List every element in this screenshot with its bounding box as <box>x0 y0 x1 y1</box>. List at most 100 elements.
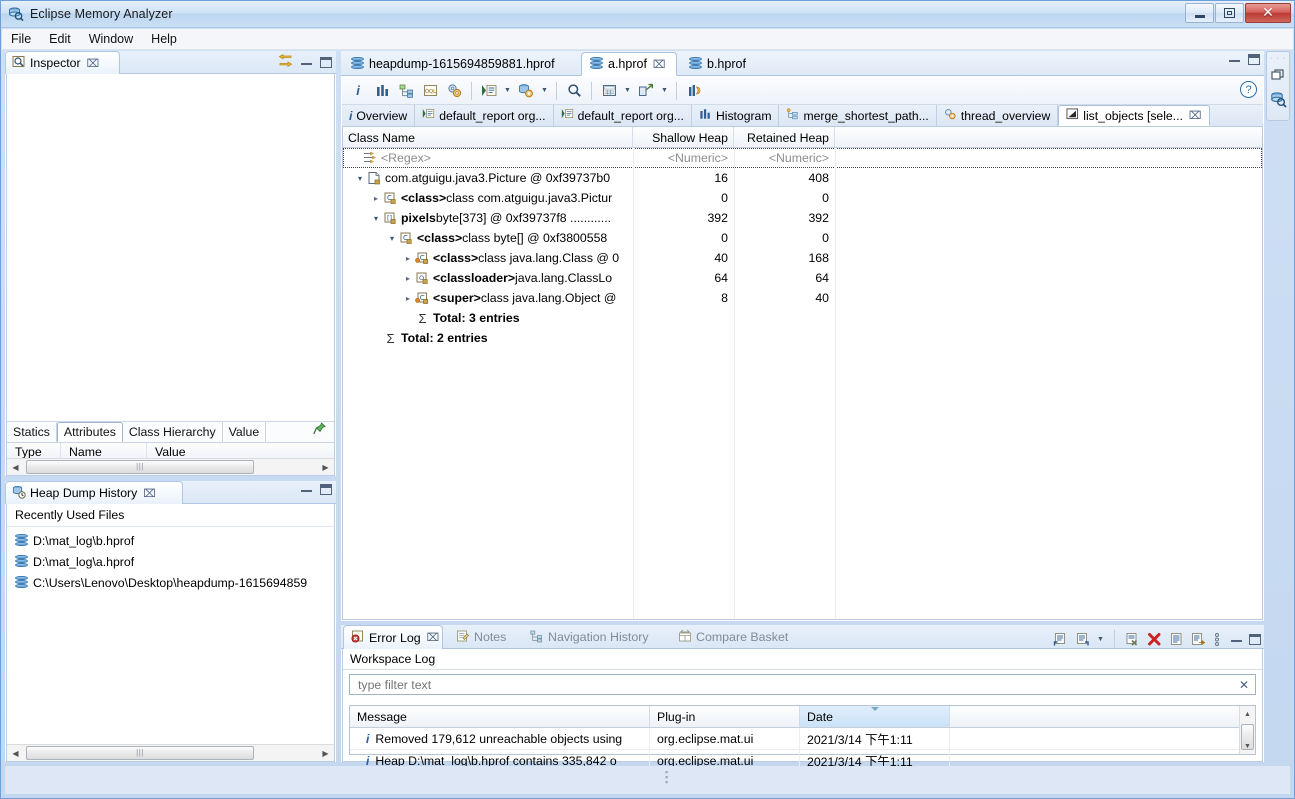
open-log-icon[interactable] <box>1166 629 1186 649</box>
close-button[interactable]: ✕ <box>1245 3 1291 23</box>
table-row[interactable]: ▾ [] pixels byte[373] @ 0xf39737f8 .....… <box>343 208 1262 228</box>
restore-log-icon[interactable] <box>1188 629 1208 649</box>
list-item[interactable]: D:\mat_log\b.hprof <box>7 530 334 551</box>
oql-icon[interactable]: OQL <box>418 79 442 103</box>
column-plugin[interactable]: Plug-in <box>650 706 800 727</box>
tab-thread-overview[interactable]: thread_overview <box>937 105 1059 126</box>
inspect-gears-icon[interactable] <box>442 79 466 103</box>
editor-tab-b-hprof[interactable]: b.hprof <box>681 52 761 76</box>
tab-histogram[interactable]: Histogram <box>692 105 780 126</box>
clear-log-icon[interactable] <box>1122 629 1142 649</box>
tab-value[interactable]: Value <box>223 422 267 442</box>
column-retained-heap[interactable]: Retained Heap <box>734 127 835 148</box>
tab-class-hierarchy[interactable]: Class Hierarchy <box>123 422 223 442</box>
pin-icon[interactable] <box>313 422 326 438</box>
query-browser-icon[interactable] <box>514 79 538 103</box>
hscroll-track[interactable]: ||| <box>24 745 317 762</box>
scroll-up-icon[interactable]: ▲ <box>1240 706 1255 722</box>
expand-twisty-icon[interactable]: ▸ <box>401 274 415 283</box>
search-icon[interactable] <box>562 79 586 103</box>
expand-twisty-icon[interactable]: ▾ <box>353 174 367 183</box>
tab-inspector[interactable]: Inspector ⌧ <box>5 51 120 74</box>
expand-twisty-icon[interactable]: ▸ <box>401 294 415 303</box>
tab-error-log[interactable]: Error Log ⌧ <box>343 625 443 649</box>
tab-notes[interactable]: Notes <box>449 625 521 649</box>
close-icon[interactable]: ⌧ <box>1189 109 1202 122</box>
column-date[interactable]: Date <box>800 706 950 727</box>
chevron-down-icon[interactable]: ▼ <box>658 79 671 103</box>
table-row[interactable]: ▸ O <classloader> java.lang.ClassLo 64 6… <box>343 268 1262 288</box>
filter-row[interactable]: <Regex> <Numeric> <Numeric> <box>343 148 1262 168</box>
chevron-down-icon[interactable]: ▼ <box>538 79 551 103</box>
compare-icon[interactable] <box>682 79 706 103</box>
export-icon[interactable] <box>634 79 658 103</box>
clear-filter-icon[interactable]: ✕ <box>1239 678 1249 692</box>
menu-window[interactable]: Window <box>80 30 142 48</box>
maximize-icon[interactable] <box>1248 54 1260 65</box>
overview-info-icon[interactable]: i <box>346 79 370 103</box>
tab-compare-basket[interactable]: Compare Basket <box>671 625 801 649</box>
tab-default-report-2[interactable]: default_report org... <box>554 105 692 126</box>
list-item[interactable]: D:\mat_log\a.hprof <box>7 551 334 572</box>
fastview-handle[interactable]: · · · <box>1270 55 1286 62</box>
editor-tab-a-hprof[interactable]: a.hprof ⌧ <box>581 52 677 76</box>
shallow-filter[interactable]: <Numeric> <box>633 148 734 168</box>
view-menu-icon[interactable] <box>1210 629 1224 649</box>
heap-history-hscrollbar[interactable]: ◀ ||| ▶ <box>7 744 334 761</box>
tab-statics[interactable]: Statics <box>7 422 57 442</box>
chevron-down-icon[interactable]: ▼ <box>621 79 634 103</box>
table-row[interactable]: i Removed 179,612 unreachable objects us… <box>350 727 1255 750</box>
tab-merge-shortest-path[interactable]: merge_shortest_path... <box>779 105 937 126</box>
scroll-left-icon[interactable]: ◀ <box>7 459 24 476</box>
list-item[interactable]: C:\Users\Lenovo\Desktop\heapdump-1615694… <box>7 572 334 593</box>
inspector-hscrollbar[interactable]: ◀ ||| ▶ <box>7 458 334 475</box>
table-row[interactable]: ▸ C <class> class java.lang.Class @ 0 40… <box>343 248 1262 268</box>
filter-input[interactable] <box>356 676 1239 693</box>
minimize-button[interactable] <box>1185 3 1214 23</box>
expand-twisty-icon[interactable]: ▸ <box>401 254 415 263</box>
retained-filter[interactable]: <Numeric> <box>734 148 835 168</box>
expand-twisty-icon[interactable]: ▸ <box>369 194 383 203</box>
close-icon[interactable]: ⌧ <box>427 631 440 644</box>
minimize-icon[interactable] <box>1229 55 1240 64</box>
restore-perspective-icon[interactable] <box>1271 68 1285 85</box>
column-shallow-heap[interactable]: Shallow Heap <box>633 127 734 148</box>
import-log-icon[interactable] <box>1050 629 1070 649</box>
column-message[interactable]: Message <box>350 706 650 727</box>
scroll-down-icon[interactable]: ▼ <box>1240 738 1255 754</box>
column-blank[interactable] <box>835 127 1262 148</box>
table-row[interactable]: ▸ C <super> class java.lang.Object @ 8 4… <box>343 288 1262 308</box>
maximize-icon[interactable] <box>320 56 332 68</box>
column-class-name[interactable]: Class Name <box>343 127 633 148</box>
scroll-left-icon[interactable]: ◀ <box>7 745 24 762</box>
filter-input-wrapper[interactable]: ✕ <box>349 674 1256 695</box>
memory-analysis-perspective-icon[interactable] <box>1270 91 1287 111</box>
tab-attributes[interactable]: Attributes <box>56 422 123 442</box>
resize-grip[interactable]: ▪ ▪ ▪ <box>665 768 668 787</box>
table-row[interactable]: ▸ C <class> class com.atguigu.java3.Pict… <box>343 188 1262 208</box>
chevron-down-icon[interactable]: ▼ <box>501 79 514 103</box>
minimize-icon[interactable] <box>301 58 312 67</box>
run-report-icon[interactable] <box>477 79 501 103</box>
help-icon[interactable]: ? <box>1240 81 1257 98</box>
close-icon[interactable]: ⌧ <box>87 57 100 70</box>
maximize-button[interactable] <box>1215 3 1244 23</box>
expand-twisty-icon[interactable]: ▾ <box>369 214 383 223</box>
maximize-icon[interactable] <box>320 484 332 495</box>
hscroll-thumb[interactable]: ||| <box>26 745 254 760</box>
hscroll-thumb[interactable]: ||| <box>26 459 254 474</box>
tab-default-report-1[interactable]: default_report org... <box>415 105 554 126</box>
tab-overview[interactable]: i Overview <box>342 105 416 126</box>
menu-file[interactable]: File <box>2 30 40 48</box>
scroll-right-icon[interactable]: ▶ <box>317 459 334 476</box>
close-icon[interactable]: ⌧ <box>143 487 156 500</box>
minimize-icon[interactable] <box>1231 635 1242 644</box>
delete-log-icon[interactable] <box>1144 629 1164 649</box>
chevron-down-icon[interactable]: ▼ <box>1094 627 1107 651</box>
tab-navigation-history[interactable]: Navigation History <box>523 625 669 649</box>
close-icon[interactable]: ⌧ <box>653 58 666 71</box>
dominator-tree-icon[interactable] <box>394 79 418 103</box>
menu-help[interactable]: Help <box>142 30 186 48</box>
maximize-icon[interactable] <box>1249 633 1261 645</box>
tab-list-objects[interactable]: list_objects [sele... ⌧ <box>1058 105 1210 126</box>
